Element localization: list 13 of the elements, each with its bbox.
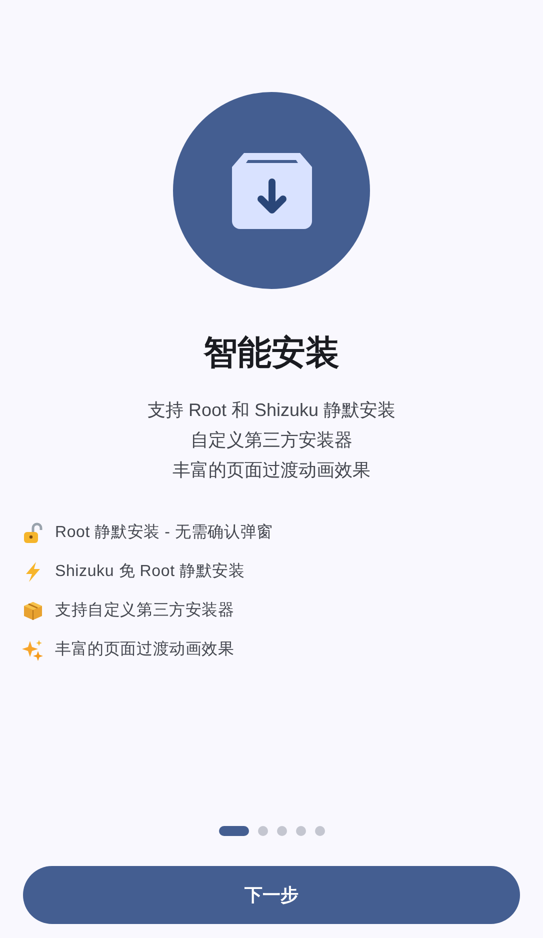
feature-text: Shizuku 免 Root 静默安装 xyxy=(55,562,245,582)
description-line: 自定义第三方安装器 xyxy=(190,429,352,452)
sparkles-icon xyxy=(22,639,44,661)
download-box-icon xyxy=(230,150,314,230)
feature-text: Root 静默安装 - 无需确认弹窗 xyxy=(55,522,273,543)
package-icon xyxy=(22,600,44,622)
page-title: 智能安装 xyxy=(202,333,340,374)
next-button[interactable]: 下一步 xyxy=(23,866,520,924)
description-line: 支持 Root 和 Shizuku 静默安装 xyxy=(147,399,396,422)
lock-icon xyxy=(22,522,44,544)
feature-text: 丰富的页面过渡动画效果 xyxy=(55,640,234,660)
feature-text: 支持自定义第三方安装器 xyxy=(55,600,234,621)
description-line: 丰富的页面过渡动画效果 xyxy=(172,459,370,482)
